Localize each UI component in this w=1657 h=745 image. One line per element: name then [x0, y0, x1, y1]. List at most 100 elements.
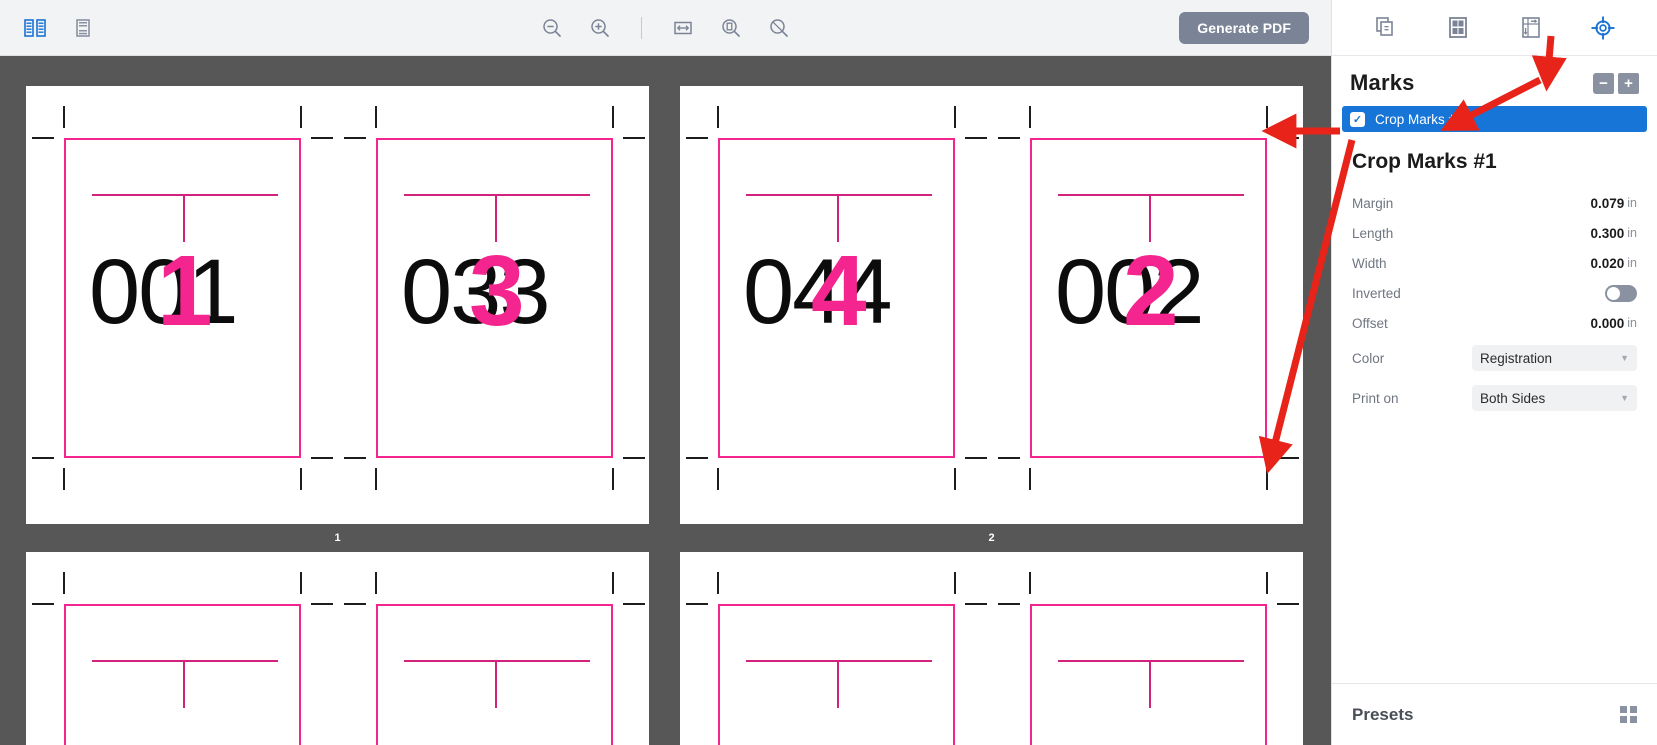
fit-page-icon[interactable] [714, 11, 748, 45]
property-row-offset: Offset 0.000 in [1352, 308, 1637, 338]
property-value[interactable]: 0.020 [1590, 256, 1624, 271]
sheet[interactable]: 044 4 002 2 [680, 86, 1303, 524]
property-unit: in [1627, 226, 1637, 240]
crop-mark-tick [1277, 603, 1299, 605]
imposition-canvas[interactable]: 001 1 033 3 1 044 4 002 2 2 [0, 56, 1331, 745]
sheet-spread[interactable]: 044 4 002 2 2 [680, 86, 1303, 544]
spread-view-icon[interactable] [18, 11, 52, 45]
crop-mark-tick [686, 457, 708, 459]
crop-mark-tick [375, 468, 377, 490]
property-label: Width [1352, 255, 1387, 271]
property-row-inverted: Inverted [1352, 278, 1637, 308]
tab-layout-icon[interactable] [1439, 9, 1477, 47]
panel-tab-bar [1332, 0, 1657, 56]
fit-width-icon[interactable] [666, 11, 700, 45]
print-on-select-value: Both Sides [1480, 390, 1546, 406]
right-panel: Marks − + ✓ Crop Marks #1 Crop Marks #1 … [1331, 0, 1657, 745]
toggle-knob [1607, 286, 1620, 300]
property-label: Inverted [1352, 285, 1401, 301]
crop-mark-tick [311, 137, 333, 139]
presets-label: Presets [1352, 704, 1414, 724]
remove-mark-button[interactable]: − [1593, 72, 1614, 94]
crop-mark-tick [612, 572, 614, 594]
center-mark-vertical [495, 660, 497, 708]
page-slot[interactable] [32, 572, 333, 745]
property-unit: in [1627, 256, 1637, 270]
toolbar-zoom-group [0, 11, 1331, 45]
sheet-spread[interactable] [26, 552, 649, 745]
zoom-reset-icon[interactable] [762, 11, 796, 45]
crop-mark-tick [998, 457, 1020, 459]
crop-mark-tick [686, 603, 708, 605]
property-unit: in [1627, 196, 1637, 210]
main-column: Generate PDF 001 1 033 3 1 044 4 002 2 2 [0, 0, 1331, 745]
sheet[interactable] [680, 552, 1303, 745]
crop-mark-tick [717, 468, 719, 490]
page-slot[interactable] [998, 572, 1299, 745]
generate-pdf-button[interactable]: Generate PDF [1179, 11, 1309, 44]
sheet[interactable]: 001 1 033 3 [26, 86, 649, 524]
sheet[interactable] [26, 552, 649, 745]
marks-title: Marks [1350, 70, 1415, 95]
zoom-out-icon[interactable] [535, 11, 569, 45]
page-slot[interactable] [686, 572, 987, 745]
property-value[interactable]: 0.000 [1590, 316, 1624, 331]
page-number-overlay: 2 [1123, 235, 1179, 347]
crop-mark-tick [344, 457, 366, 459]
crop-mark-tick [612, 106, 614, 128]
print-on-select[interactable]: Both Sides ▼ [1472, 385, 1637, 411]
crop-mark-tick [1277, 137, 1299, 139]
page-slot[interactable]: 044 4 [686, 106, 987, 490]
mark-checkbox[interactable]: ✓ [1350, 111, 1365, 127]
tab-documents-icon[interactable] [1367, 9, 1405, 47]
sheet-view-icon[interactable] [66, 11, 100, 45]
presets-footer: Presets [1332, 683, 1657, 745]
sheet-label: 1 [334, 532, 341, 544]
crop-mark-tick [717, 572, 719, 594]
list-item[interactable]: ✓ Crop Marks #1 [1342, 106, 1647, 132]
color-select[interactable]: Registration ▼ [1472, 345, 1637, 371]
property-row-color: Color Registration ▼ [1352, 338, 1637, 378]
property-label: Offset [1352, 315, 1388, 331]
property-row-print-on: Print on Both Sides ▼ [1352, 378, 1637, 418]
mark-properties: Crop Marks #1 Margin 0.079 in Length 0.3… [1332, 132, 1657, 418]
zoom-in-icon[interactable] [583, 11, 617, 45]
page-slot[interactable]: 001 1 [32, 106, 333, 490]
crop-mark-tick [63, 106, 65, 128]
crop-mark-tick [1029, 106, 1031, 128]
property-value[interactable]: 0.079 [1590, 196, 1624, 211]
crop-mark-tick [965, 457, 987, 459]
crop-mark-tick [1277, 457, 1299, 459]
crop-mark-tick [300, 468, 302, 490]
marks-list: ✓ Crop Marks #1 [1332, 106, 1657, 132]
marks-action-buttons: − + [1593, 72, 1639, 94]
add-mark-button[interactable]: + [1618, 72, 1639, 94]
page-slot[interactable]: 002 2 [998, 106, 1299, 490]
center-mark-horizontal [92, 194, 278, 196]
property-label: Color [1352, 350, 1385, 366]
property-label: Print on [1352, 390, 1399, 406]
property-row-margin: Margin 0.079 in [1352, 188, 1637, 218]
grid-icon[interactable] [1620, 706, 1637, 723]
center-mark-horizontal [746, 660, 932, 662]
crop-mark-tick [311, 457, 333, 459]
page-slot[interactable]: 033 3 [344, 106, 645, 490]
toolbar-divider [641, 16, 642, 39]
sheet-label: 2 [988, 532, 995, 544]
grid-cell [1620, 706, 1627, 713]
crop-mark-tick [63, 468, 65, 490]
property-row-length: Length 0.300 in [1352, 218, 1637, 248]
app-root: Generate PDF 001 1 033 3 1 044 4 002 2 2… [0, 0, 1657, 745]
inverted-toggle[interactable] [1605, 284, 1637, 302]
property-row-width: Width 0.020 in [1352, 248, 1637, 278]
crop-mark-tick [954, 106, 956, 128]
page-number-overlay: 4 [811, 235, 867, 347]
sheet-spread[interactable] [680, 552, 1303, 745]
property-value[interactable]: 0.300 [1590, 226, 1624, 241]
tab-imposition-icon[interactable] [1512, 9, 1550, 47]
crop-mark-tick [1266, 468, 1268, 490]
tab-marks-icon[interactable] [1584, 9, 1622, 47]
page-slot[interactable] [344, 572, 645, 745]
color-select-value: Registration [1480, 350, 1553, 366]
sheet-spread[interactable]: 001 1 033 3 1 [26, 86, 649, 544]
